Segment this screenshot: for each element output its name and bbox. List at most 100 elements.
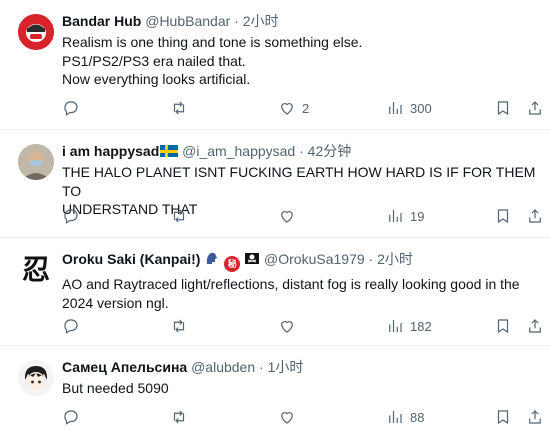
speaking-head-emoji-icon bbox=[204, 250, 220, 270]
tweet-text-line: Realism is one thing and tone is somethi… bbox=[62, 34, 363, 50]
tweet-text-line: AO and Raytraced light/reflections, dist… bbox=[62, 276, 520, 292]
timestamp[interactable]: 1小时 bbox=[268, 359, 304, 375]
user-handle[interactable]: @HubBandar bbox=[145, 13, 230, 29]
share-button[interactable] bbox=[526, 407, 544, 427]
heart-icon bbox=[281, 211, 293, 223]
tweet-bandar-hub[interactable]: Bandar Hub @HubBandar · 2小时 Realism is o… bbox=[0, 0, 550, 130]
sweden-flag-icon bbox=[160, 145, 179, 157]
tweet-header: Самец Апельсина @alubden · 1小时 bbox=[62, 358, 538, 376]
timestamp[interactable]: 2小时 bbox=[243, 13, 279, 29]
retweet-icon bbox=[173, 209, 185, 223]
like-button[interactable]: 2 bbox=[278, 98, 309, 118]
views-button[interactable]: 19 bbox=[386, 206, 424, 226]
user-handle[interactable]: @i_am_happysad bbox=[182, 143, 295, 159]
avatar[interactable] bbox=[18, 144, 54, 180]
tweet-header: Bandar Hub @HubBandar · 2小时 bbox=[62, 12, 538, 30]
share-button[interactable] bbox=[526, 98, 544, 118]
reply-button[interactable] bbox=[62, 98, 80, 118]
views-chart-icon bbox=[389, 320, 402, 332]
view-count: 300 bbox=[410, 100, 432, 116]
avatar[interactable] bbox=[18, 360, 54, 396]
views-chart-icon bbox=[389, 411, 402, 423]
reply-button[interactable] bbox=[62, 407, 80, 427]
share-icon bbox=[529, 319, 541, 333]
views-chart-icon bbox=[389, 102, 402, 114]
retweet-button[interactable] bbox=[170, 206, 188, 226]
separator-dot: · bbox=[368, 251, 374, 267]
reply-button[interactable] bbox=[62, 316, 80, 336]
share-icon bbox=[529, 101, 541, 115]
pirate-flag-icon bbox=[244, 252, 260, 270]
bandar-logo-icon bbox=[18, 14, 54, 50]
heart-icon bbox=[281, 321, 293, 333]
bookmark-icon bbox=[497, 319, 509, 334]
display-name[interactable]: Oroku Saki (Kanpai!) bbox=[62, 251, 200, 267]
bookmark-button[interactable] bbox=[494, 316, 512, 336]
tweet-oroku-saki[interactable]: 忍 Oroku Saki (Kanpai!) 秘 @OrokuSa1979 · … bbox=[0, 238, 550, 346]
user-handle[interactable]: @OrokuSa1979 bbox=[264, 251, 365, 267]
bookmark-button[interactable] bbox=[494, 206, 512, 226]
bookmark-button[interactable] bbox=[494, 407, 512, 427]
bookmark-icon bbox=[497, 101, 509, 116]
anime-avatar-icon bbox=[18, 360, 54, 396]
like-button[interactable] bbox=[278, 206, 296, 226]
tweet-text: But needed 5090 bbox=[62, 379, 538, 398]
retweet-button[interactable] bbox=[170, 316, 188, 336]
share-button[interactable] bbox=[526, 316, 544, 336]
share-icon bbox=[529, 209, 541, 223]
separator-dot: · bbox=[259, 359, 264, 375]
separator-dot: · bbox=[234, 13, 239, 29]
display-name[interactable]: Bandar Hub bbox=[62, 13, 141, 29]
tweet-actions: 2 300 bbox=[62, 98, 550, 118]
retweet-button[interactable] bbox=[170, 98, 188, 118]
reply-icon bbox=[64, 410, 78, 425]
tweet-text-line: Now everything looks artificial. bbox=[62, 71, 251, 87]
tweet-samets-apelsina[interactable]: Самец Апельсина @alubden · 1小时 But neede… bbox=[0, 346, 550, 443]
timestamp[interactable]: 2小时 bbox=[377, 251, 413, 267]
tweet-feed: Bandar Hub @HubBandar · 2小时 Realism is o… bbox=[0, 0, 550, 443]
tweet-actions: 19 bbox=[62, 206, 550, 226]
tweet-text-line: 2024 version ngl. bbox=[62, 294, 169, 311]
view-count: 19 bbox=[410, 208, 425, 224]
tweet-header: i am happysad @i_am_happysad · 42分钟 bbox=[62, 142, 538, 160]
avatar[interactable] bbox=[18, 14, 54, 50]
tweet-text-line: THE HALO PLANET ISNT FUCKING EARTH HOW H… bbox=[62, 164, 536, 199]
like-button[interactable] bbox=[278, 316, 296, 336]
like-button[interactable] bbox=[278, 407, 296, 427]
secret-badge-icon: 秘 bbox=[224, 256, 241, 272]
ninja-kanji-icon: 忍 bbox=[21, 254, 50, 285]
user-photo-icon bbox=[18, 144, 54, 180]
tweet-header: Oroku Saki (Kanpai!) 秘 @OrokuSa1979 · 2小… bbox=[62, 250, 538, 272]
user-handle[interactable]: @alubden bbox=[191, 359, 255, 375]
tweet-i-am-happysad[interactable]: i am happysad @i_am_happysad · 42分钟 THE … bbox=[0, 130, 550, 238]
retweet-icon bbox=[173, 410, 185, 424]
tweet-text-line: But needed 5090 bbox=[62, 380, 169, 396]
views-chart-icon bbox=[389, 210, 402, 222]
bookmark-button[interactable] bbox=[494, 98, 512, 118]
tweet-actions: 88 bbox=[62, 407, 550, 427]
share-icon bbox=[529, 410, 541, 424]
bookmark-icon bbox=[497, 410, 509, 425]
bookmark-icon bbox=[497, 209, 509, 224]
retweet-button[interactable] bbox=[170, 407, 188, 427]
views-button[interactable]: 300 bbox=[386, 98, 432, 118]
view-count: 182 bbox=[410, 318, 432, 334]
display-name[interactable]: Самец Апельсина bbox=[62, 359, 187, 375]
tweet-text: Realism is one thing and tone is somethi… bbox=[62, 33, 538, 89]
reply-icon bbox=[64, 319, 78, 334]
tweet-actions: 182 bbox=[62, 316, 550, 336]
reply-icon bbox=[64, 101, 78, 116]
timestamp[interactable]: 42分钟 bbox=[308, 143, 352, 159]
retweet-icon bbox=[173, 319, 185, 333]
display-name[interactable]: i am happysad bbox=[62, 143, 159, 159]
tweet-text-line: PS1/PS2/PS3 era nailed that. bbox=[62, 52, 246, 69]
views-button[interactable]: 88 bbox=[386, 407, 424, 427]
reply-icon bbox=[64, 209, 78, 224]
reply-button[interactable] bbox=[62, 206, 80, 226]
retweet-icon bbox=[173, 101, 185, 115]
share-button[interactable] bbox=[526, 206, 544, 226]
views-button[interactable]: 182 bbox=[386, 316, 432, 336]
heart-icon bbox=[281, 412, 293, 424]
avatar[interactable]: 忍 bbox=[18, 252, 54, 288]
like-count: 2 bbox=[302, 100, 310, 116]
